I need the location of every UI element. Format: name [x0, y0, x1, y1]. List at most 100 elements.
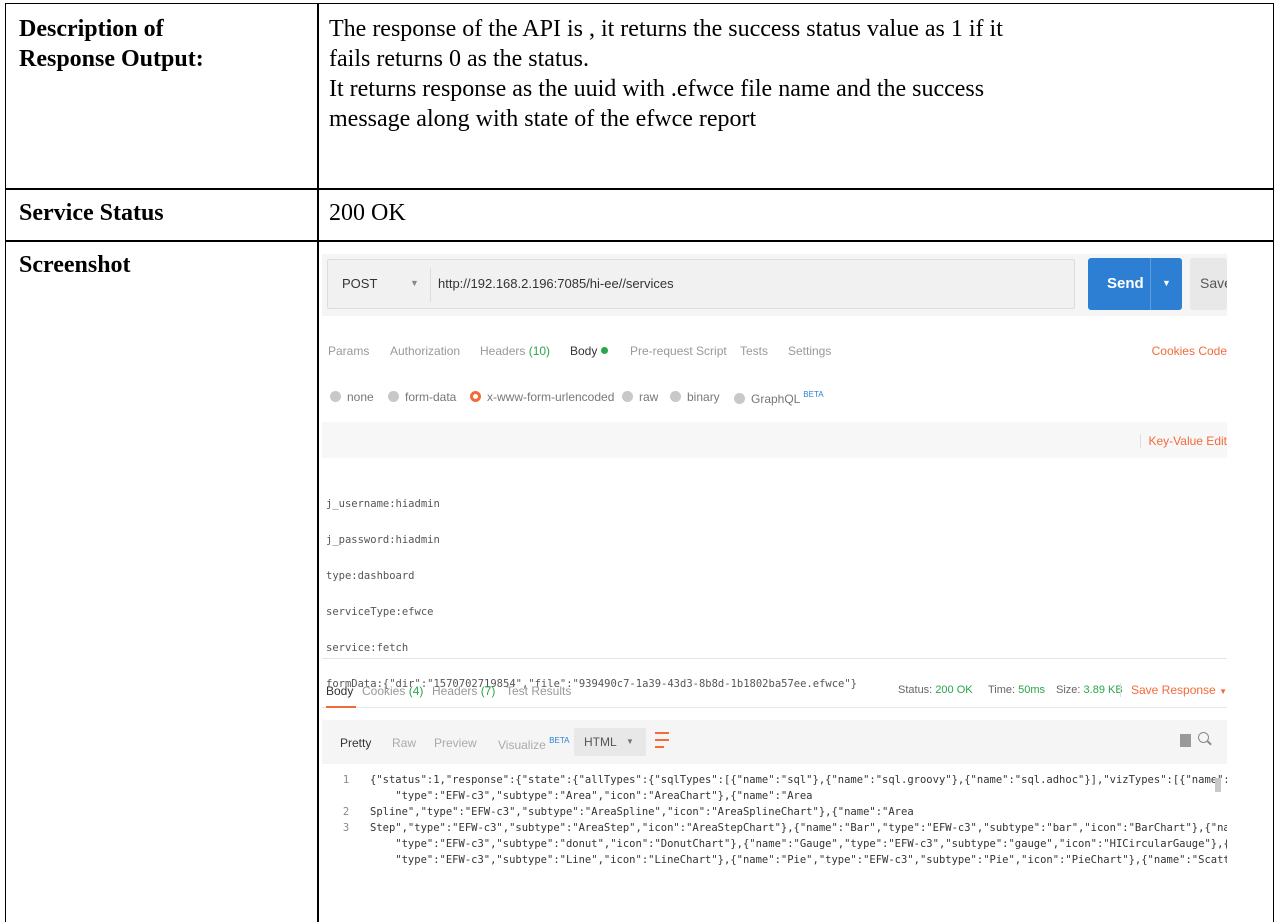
cookies-code-link[interactable]: Cookies Code — [1152, 344, 1227, 358]
radio-circle-icon — [734, 393, 745, 404]
code-line: "type":"EFW-c3","subtype":"Line","icon":… — [322, 852, 1227, 868]
save-response-label: Save Response — [1131, 683, 1216, 697]
tab-params[interactable]: Params — [328, 344, 369, 358]
search-icon-handle — [1207, 740, 1212, 746]
tab-test-results[interactable]: Test Results — [506, 684, 571, 698]
tab-response-body[interactable]: Body — [326, 684, 353, 698]
tab-response-headers-count: (7) — [480, 684, 496, 698]
description-label-line: Response Output: — [19, 46, 204, 72]
wrap-lines-icon-bar — [655, 746, 664, 748]
body-type-radios: none form-data x-www-form-urlencoded raw… — [330, 387, 1227, 411]
format-select[interactable]: HTML ▼ — [574, 728, 646, 756]
time-value: 50ms — [1018, 684, 1046, 696]
code-text: "type":"EFW-c3","subtype":"Line","icon":… — [370, 854, 1227, 866]
status-label: Status: — [898, 684, 933, 696]
scrollbar-thumb[interactable] — [1215, 778, 1221, 792]
view-visualize-label: Visualize — [498, 738, 546, 752]
divider — [1150, 258, 1151, 310]
response-size: Size: 3.89 KB — [1056, 684, 1123, 696]
radio-none[interactable]: none — [330, 390, 374, 404]
tab-prerequest[interactable]: Pre-request Script — [630, 344, 727, 358]
method-select[interactable]: POST — [342, 276, 377, 291]
service-status-label: Service Status — [19, 200, 164, 226]
request-bar: POST ▼ http://192.168.2.196:7085/hi-ee//… — [322, 254, 1227, 316]
radio-circle-icon — [622, 391, 633, 402]
radio-form-data[interactable]: form-data — [388, 390, 456, 404]
view-visualize[interactable]: Visualize BETA — [498, 736, 569, 752]
chevron-down-icon: ▼ — [626, 737, 634, 746]
radio-label: raw — [639, 390, 659, 404]
tab-body-label: Body — [570, 344, 598, 358]
copy-icon[interactable] — [1180, 734, 1191, 747]
wrap-lines-icon[interactable] — [655, 730, 669, 752]
request-body-line: j_username:hiadmin — [326, 498, 440, 510]
service-status-value: 200 OK — [329, 200, 406, 226]
divider — [430, 268, 431, 302]
request-body-line: serviceType:efwce — [326, 606, 434, 618]
response-view-toolbar: Pretty Raw Preview Visualize BETA HTML ▼ — [322, 720, 1227, 764]
view-preview[interactable]: Preview — [434, 736, 477, 750]
request-body-line: j_password:hiadmin — [326, 534, 440, 546]
tab-headers[interactable]: Headers (10) — [480, 344, 550, 358]
description-text: The response of the API is , it returns … — [329, 14, 1003, 134]
radio-binary[interactable]: binary — [670, 390, 720, 404]
code-line: "type":"EFW-c3","subtype":"Area","icon":… — [322, 788, 812, 804]
url-input[interactable]: http://192.168.2.196:7085/hi-ee//service… — [438, 276, 674, 291]
divider — [322, 658, 1227, 659]
time-label: Time: — [988, 684, 1016, 696]
radio-label: x-www-form-urlencoded — [487, 390, 615, 404]
wrap-lines-icon-bar — [655, 732, 669, 734]
tab-headers-count: (10) — [528, 344, 551, 358]
radio-label: binary — [687, 390, 720, 404]
response-tabs: Body Cookies (4) Headers (7) Test Result… — [322, 678, 1227, 708]
code-line: 3 Step","type":"EFW-c3","subtype":"AreaSt… — [322, 820, 1227, 836]
active-tab-indicator — [326, 706, 356, 708]
postman-screenshot: POST ▼ http://192.168.2.196:7085/hi-ee//… — [322, 254, 1227, 922]
key-value-edit-link[interactable]: Key-Value Edit — [1139, 434, 1227, 448]
code-text: Step","type":"EFW-c3","subtype":"AreaSte… — [370, 822, 1227, 834]
tab-authorization[interactable]: Authorization — [390, 344, 460, 358]
response-time: Time: 50ms — [988, 684, 1045, 696]
chevron-down-icon[interactable]: ▼ — [1162, 278, 1171, 288]
editor-toolbar: Key-Value Edit — [322, 422, 1227, 458]
line-number: 1 — [342, 774, 350, 786]
search-icon[interactable] — [1198, 732, 1212, 746]
request-body-line: service:fetch — [326, 642, 409, 654]
tab-response-cookies-label: Cookies — [362, 684, 406, 698]
description-line: It returns response as the uuid with .ef… — [329, 76, 985, 102]
code-line: "type":"EFW-c3","subtype":"donut","icon"… — [322, 836, 1227, 852]
view-raw[interactable]: Raw — [392, 736, 416, 750]
beta-badge: BETA — [549, 736, 570, 745]
tab-response-headers[interactable]: Headers (7) — [432, 684, 495, 698]
save-response-button[interactable]: Save Response ▼ — [1120, 683, 1227, 697]
tab-headers-label: Headers — [480, 344, 526, 358]
radio-circle-icon — [388, 391, 399, 402]
save-button[interactable]: Save — [1190, 258, 1227, 310]
response-status: Status: 200 OK — [898, 684, 973, 696]
radio-circle-icon — [330, 391, 341, 402]
response-body-viewer[interactable]: 1 {"status":1,"response":{"state":{"allTy… — [322, 772, 1227, 922]
tab-response-headers-label: Headers — [432, 684, 478, 698]
chevron-down-icon: ▼ — [1219, 687, 1227, 696]
radio-circle-icon — [670, 391, 681, 402]
send-button[interactable]: Send ▼ — [1088, 258, 1182, 310]
line-number: 2 — [342, 806, 350, 818]
tab-settings[interactable]: Settings — [788, 344, 831, 358]
tab-tests[interactable]: Tests — [740, 344, 768, 358]
code-text: Spline","type":"EFW-c3","subtype":"AreaS… — [370, 806, 914, 818]
radio-selected-icon — [470, 391, 481, 402]
radio-raw[interactable]: raw — [622, 390, 658, 404]
view-pretty[interactable]: Pretty — [340, 736, 371, 750]
radio-urlencoded[interactable]: x-www-form-urlencoded — [470, 390, 614, 404]
description-line: The response of the API is , it returns … — [329, 16, 1003, 42]
tab-response-cookies-count: (4) — [408, 684, 424, 698]
send-label: Send — [1107, 275, 1144, 292]
radio-graphql[interactable]: GraphQL BETA — [734, 390, 824, 406]
tab-response-cookies[interactable]: Cookies (4) — [362, 684, 423, 698]
radio-label: none — [347, 390, 374, 404]
line-number: 3 — [342, 822, 350, 834]
status-value: 200 OK — [935, 684, 973, 696]
wrap-lines-icon-bar — [655, 739, 669, 741]
chevron-down-icon[interactable]: ▼ — [410, 278, 419, 288]
tab-body[interactable]: Body — [570, 344, 609, 358]
